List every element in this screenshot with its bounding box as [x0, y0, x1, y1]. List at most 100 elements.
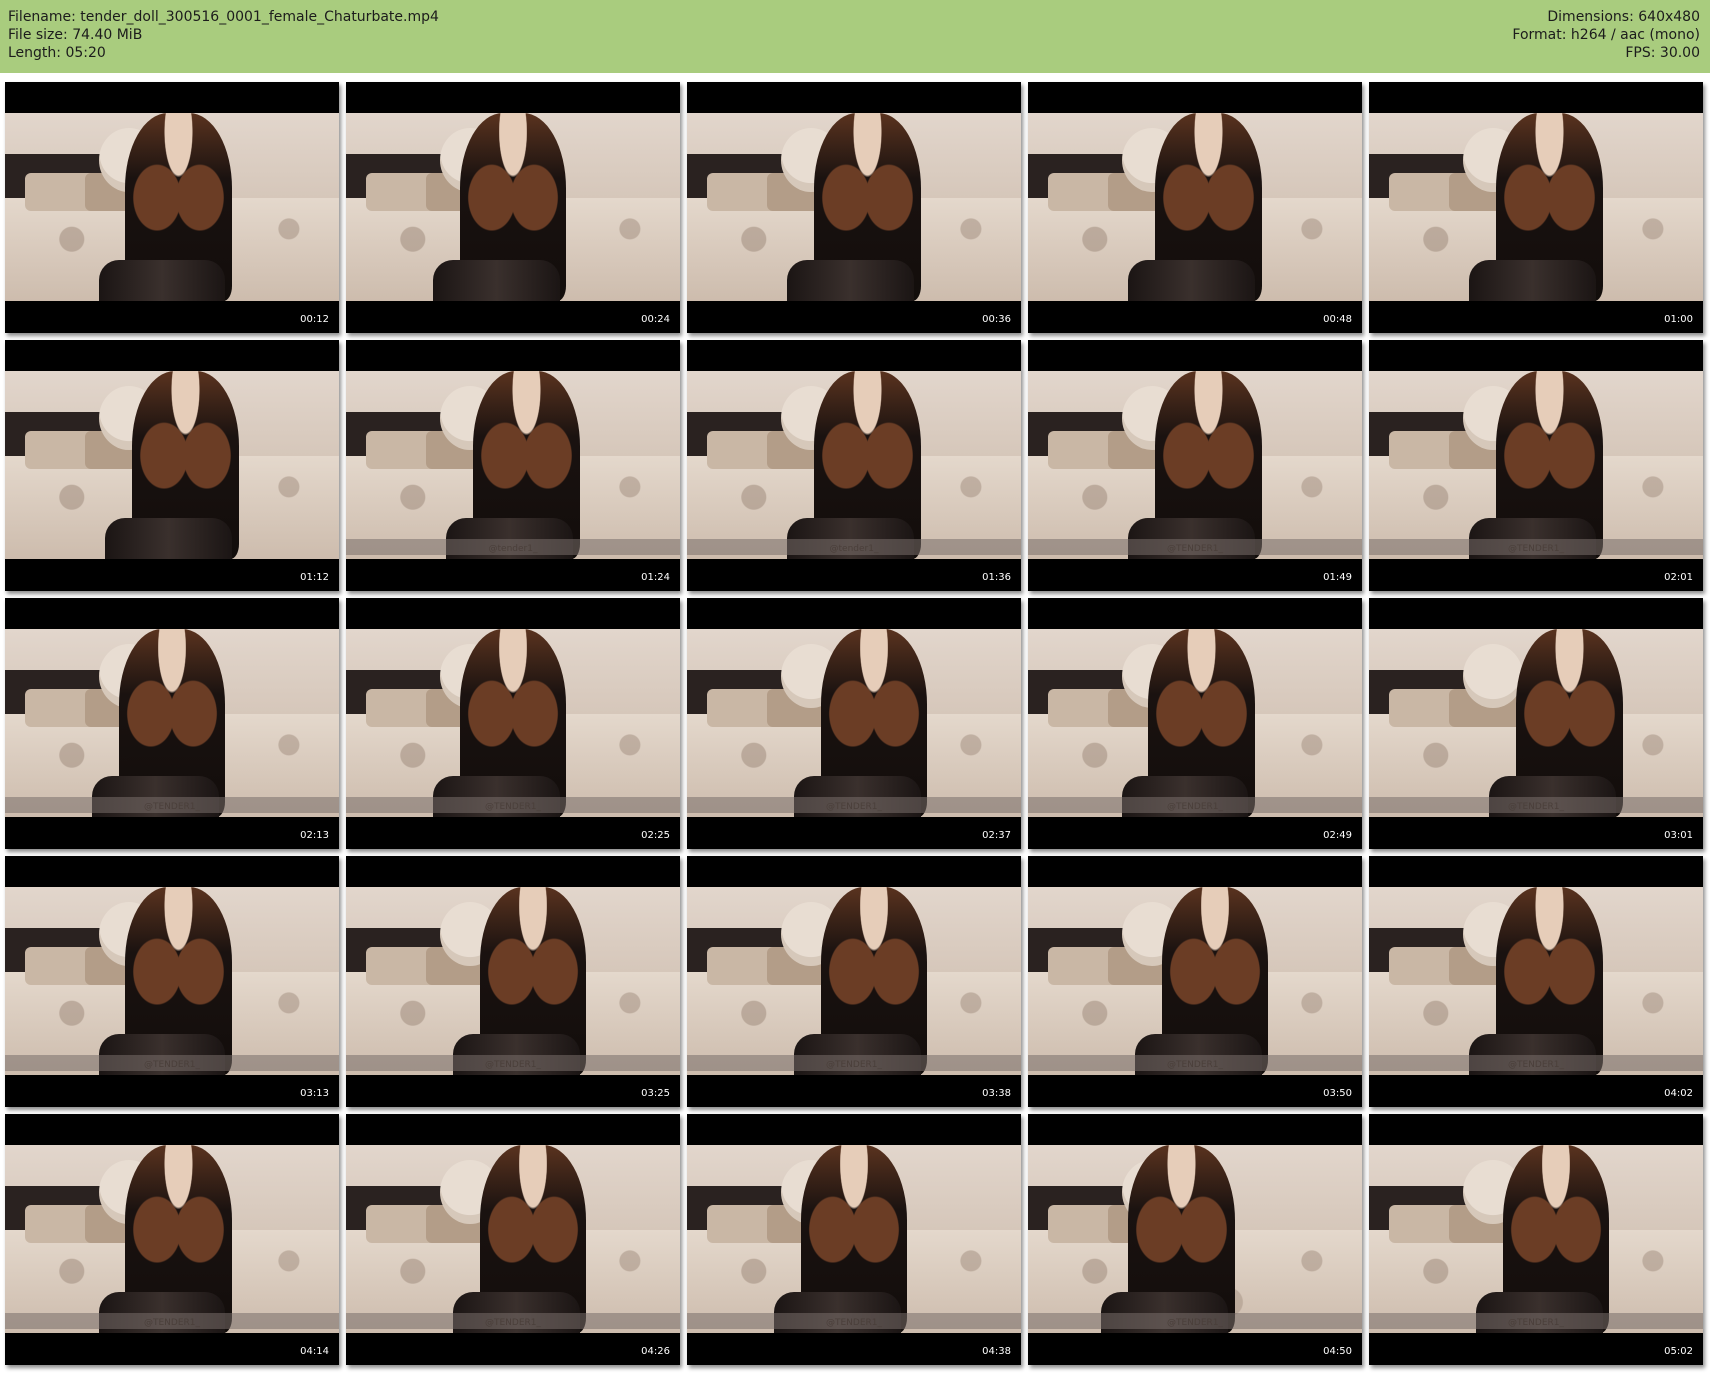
- video-frame: [687, 113, 1021, 301]
- thumbnail[interactable]: @tender1_ 01:36: [687, 340, 1021, 591]
- scene-plush-bear: [1462, 644, 1523, 708]
- scene-legs: [1469, 259, 1597, 301]
- timestamp-label: 02:25: [641, 830, 670, 841]
- timestamp-label: 01:00: [1664, 314, 1693, 325]
- thumbnail[interactable]: 00:36: [687, 82, 1021, 333]
- file-info-right: Dimensions: 640x480 Format: h264 / aac (…: [1512, 8, 1700, 62]
- scene-legs: [98, 259, 226, 301]
- watermark-text: @TENDER1_: [1507, 544, 1564, 554]
- format-label: Format: h264 / aac (mono): [1512, 27, 1700, 43]
- scene-legs: [105, 517, 233, 559]
- video-frame: @TENDER1_: [5, 1145, 339, 1333]
- video-frame: @TENDER1_: [346, 1145, 680, 1333]
- video-frame: @tender1_: [346, 371, 680, 559]
- thumbnail[interactable]: @TENDER1_ 03:38: [687, 856, 1021, 1107]
- thumbnail[interactable]: 00:24: [346, 82, 680, 333]
- video-frame: [346, 113, 680, 301]
- thumbnail[interactable]: @TENDER1_ 03:50: [1028, 856, 1362, 1107]
- thumbnail[interactable]: @TENDER1_ 04:38: [687, 1114, 1021, 1365]
- watermark-text: @TENDER1_: [484, 1060, 541, 1070]
- dimensions-label: Dimensions: 640x480: [1547, 9, 1700, 25]
- video-frame: @TENDER1_: [1028, 1145, 1362, 1333]
- timestamp-label: 03:38: [982, 1088, 1011, 1099]
- timestamp-label: 01:24: [641, 572, 670, 583]
- timestamp-label: 03:01: [1664, 830, 1693, 841]
- video-frame: @TENDER1_: [5, 629, 339, 817]
- thumbnail[interactable]: @TENDER1_ 02:13: [5, 598, 339, 849]
- thumbnail[interactable]: @TENDER1_ 02:49: [1028, 598, 1362, 849]
- video-frame: @TENDER1_: [687, 1145, 1021, 1333]
- video-frame: [1369, 113, 1703, 301]
- video-frame: @TENDER1_: [1369, 887, 1703, 1075]
- watermark-text: @TENDER1_: [1507, 1318, 1564, 1328]
- timestamp-label: 00:12: [300, 314, 329, 325]
- timestamp-label: 01:12: [300, 572, 329, 583]
- thumbnail[interactable]: @TENDER1_ 04:14: [5, 1114, 339, 1365]
- video-frame: @tender1_: [687, 371, 1021, 559]
- video-frame: @TENDER1_: [346, 629, 680, 817]
- video-frame: [5, 371, 339, 559]
- watermark-text: @TENDER1_: [825, 802, 882, 812]
- scene-legs: [1128, 259, 1256, 301]
- video-frame: @TENDER1_: [5, 887, 339, 1075]
- video-frame: @TENDER1_: [1369, 629, 1703, 817]
- video-frame: @TENDER1_: [687, 629, 1021, 817]
- filename-label: Filename: tender_doll_300516_0001_female…: [8, 9, 439, 25]
- thumbnail-grid: 00:12 00:24 00:36 00:48 01:00 01:12 @tender1_ 0…: [5, 82, 1705, 1365]
- timestamp-label: 04:50: [1323, 1346, 1352, 1357]
- thumbnail[interactable]: @TENDER1_ 02:25: [346, 598, 680, 849]
- timestamp-label: 01:49: [1323, 572, 1352, 583]
- thumbnail[interactable]: @TENDER1_ 05:02: [1369, 1114, 1703, 1365]
- thumbnail[interactable]: @TENDER1_ 04:02: [1369, 856, 1703, 1107]
- timestamp-label: 03:50: [1323, 1088, 1352, 1099]
- file-info-left: Filename: tender_doll_300516_0001_female…: [8, 8, 439, 62]
- timestamp-label: 01:36: [982, 572, 1011, 583]
- thumbnail[interactable]: 01:00: [1369, 82, 1703, 333]
- video-frame: [5, 113, 339, 301]
- video-frame: @TENDER1_: [1028, 371, 1362, 559]
- watermark-text: @TENDER1_: [825, 1318, 882, 1328]
- watermark-text: @tender1_: [488, 544, 538, 554]
- thumbnail[interactable]: @TENDER1_ 03:25: [346, 856, 680, 1107]
- info-header: Filename: tender_doll_300516_0001_female…: [0, 0, 1710, 73]
- thumbnail[interactable]: @TENDER1_ 04:50: [1028, 1114, 1362, 1365]
- video-frame: @TENDER1_: [687, 887, 1021, 1075]
- timestamp-label: 04:26: [641, 1346, 670, 1357]
- timestamp-label: 03:25: [641, 1088, 670, 1099]
- watermark-text: @TENDER1_: [143, 1318, 200, 1328]
- thumbnail[interactable]: @TENDER1_ 04:26: [346, 1114, 680, 1365]
- thumbnail[interactable]: @TENDER1_ 03:01: [1369, 598, 1703, 849]
- thumbnail[interactable]: @TENDER1_ 02:37: [687, 598, 1021, 849]
- timestamp-label: 00:24: [641, 314, 670, 325]
- thumbnail[interactable]: @TENDER1_ 01:49: [1028, 340, 1362, 591]
- watermark-text: @TENDER1_: [484, 1318, 541, 1328]
- scene-legs: [432, 259, 560, 301]
- watermark-text: @TENDER1_: [1166, 802, 1223, 812]
- video-frame: @TENDER1_: [1369, 1145, 1703, 1333]
- timestamp-label: 00:36: [982, 314, 1011, 325]
- video-frame: @TENDER1_: [1028, 629, 1362, 817]
- watermark-text: @TENDER1_: [143, 802, 200, 812]
- watermark-text: @TENDER1_: [1166, 1318, 1223, 1328]
- thumbnail[interactable]: @tender1_ 01:24: [346, 340, 680, 591]
- thumbnail[interactable]: @TENDER1_ 03:13: [5, 856, 339, 1107]
- length-label: Length: 05:20: [8, 45, 106, 61]
- thumbnail[interactable]: 00:48: [1028, 82, 1362, 333]
- timestamp-label: 02:37: [982, 830, 1011, 841]
- watermark-text: @TENDER1_: [143, 1060, 200, 1070]
- timestamp-label: 02:49: [1323, 830, 1352, 841]
- watermark-text: @TENDER1_: [484, 802, 541, 812]
- watermark-text: @TENDER1_: [825, 1060, 882, 1070]
- watermark-text: @TENDER1_: [1166, 544, 1223, 554]
- thumbnail[interactable]: 01:12: [5, 340, 339, 591]
- timestamp-label: 04:14: [300, 1346, 329, 1357]
- timestamp-label: 02:01: [1664, 572, 1693, 583]
- video-frame: @TENDER1_: [1028, 887, 1362, 1075]
- video-frame: [1028, 113, 1362, 301]
- timestamp-label: 00:48: [1323, 314, 1352, 325]
- timestamp-label: 04:38: [982, 1346, 1011, 1357]
- thumbnail[interactable]: @TENDER1_ 02:01: [1369, 340, 1703, 591]
- timestamp-label: 02:13: [300, 830, 329, 841]
- timestamp-label: 03:13: [300, 1088, 329, 1099]
- thumbnail[interactable]: 00:12: [5, 82, 339, 333]
